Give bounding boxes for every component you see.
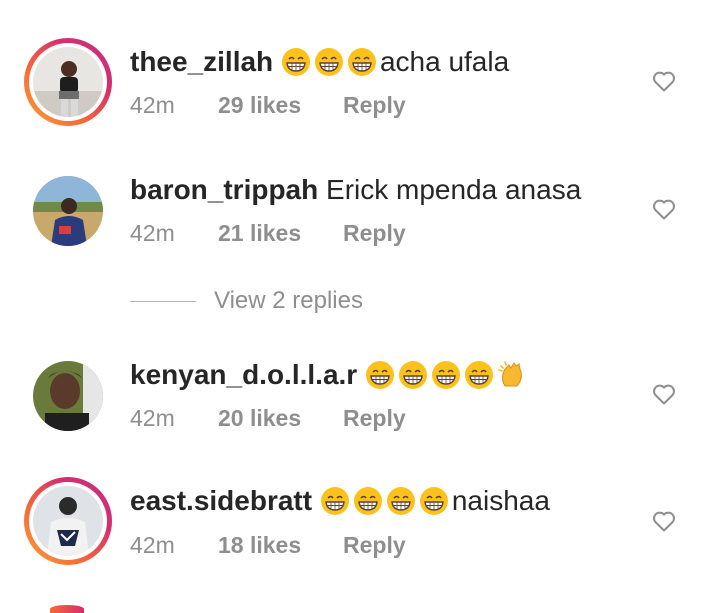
comment-text: naishaa xyxy=(451,485,550,516)
timestamp: 42m xyxy=(130,220,175,246)
next-avatar-story-ring xyxy=(50,605,84,613)
grinning-face-emoji xyxy=(353,487,382,515)
comment-line: baron_trippah Erick mpenda anasa xyxy=(130,172,581,208)
grinning-face-emoji xyxy=(386,487,415,515)
grinning-face-emoji xyxy=(431,361,460,389)
grinning-face-emoji xyxy=(320,487,349,515)
avatar[interactable] xyxy=(33,176,103,246)
avatar-story-ring[interactable] xyxy=(24,477,112,565)
avatar-container[interactable] xyxy=(24,352,112,440)
grinning-face-emoji xyxy=(464,361,493,389)
reply-button[interactable]: Reply xyxy=(343,405,406,432)
grinning-face-emoji xyxy=(398,361,427,389)
reply-button[interactable]: Reply xyxy=(343,532,406,559)
comment-line: kenyan_d.o.l.l.a.r xyxy=(130,357,530,393)
replies-divider xyxy=(130,301,196,302)
avatar[interactable] xyxy=(33,486,103,556)
heart-icon[interactable] xyxy=(652,198,676,220)
emoji-group xyxy=(365,359,530,390)
grinning-face-emoji xyxy=(419,487,448,515)
avatar-container[interactable] xyxy=(24,167,112,255)
likes-count[interactable]: 20 likes xyxy=(218,405,301,432)
comment-item: east.sidebratt naishaa 42m 18 likes Repl… xyxy=(0,0,720,565)
comment-line: east.sidebratt naishaa xyxy=(130,483,550,519)
comment-text: Erick mpenda anasa xyxy=(326,174,582,205)
heart-icon[interactable] xyxy=(652,383,676,405)
likes-count[interactable]: 18 likes xyxy=(218,532,301,559)
grinning-face-emoji xyxy=(365,361,394,389)
timestamp: 42m xyxy=(130,405,175,431)
username[interactable]: kenyan_d.o.l.l.a.r xyxy=(130,359,357,390)
heart-icon[interactable] xyxy=(652,510,676,532)
emoji-group xyxy=(320,485,452,516)
reply-button[interactable]: Reply xyxy=(343,220,406,247)
avatar[interactable] xyxy=(33,361,103,431)
likes-count[interactable]: 21 likes xyxy=(218,220,301,247)
username[interactable]: east.sidebratt xyxy=(130,485,312,516)
username[interactable]: baron_trippah xyxy=(130,174,318,205)
clapping-hands-emoji xyxy=(498,361,522,387)
timestamp: 42m xyxy=(130,532,175,558)
view-replies-label[interactable]: View 2 replies xyxy=(214,287,363,315)
